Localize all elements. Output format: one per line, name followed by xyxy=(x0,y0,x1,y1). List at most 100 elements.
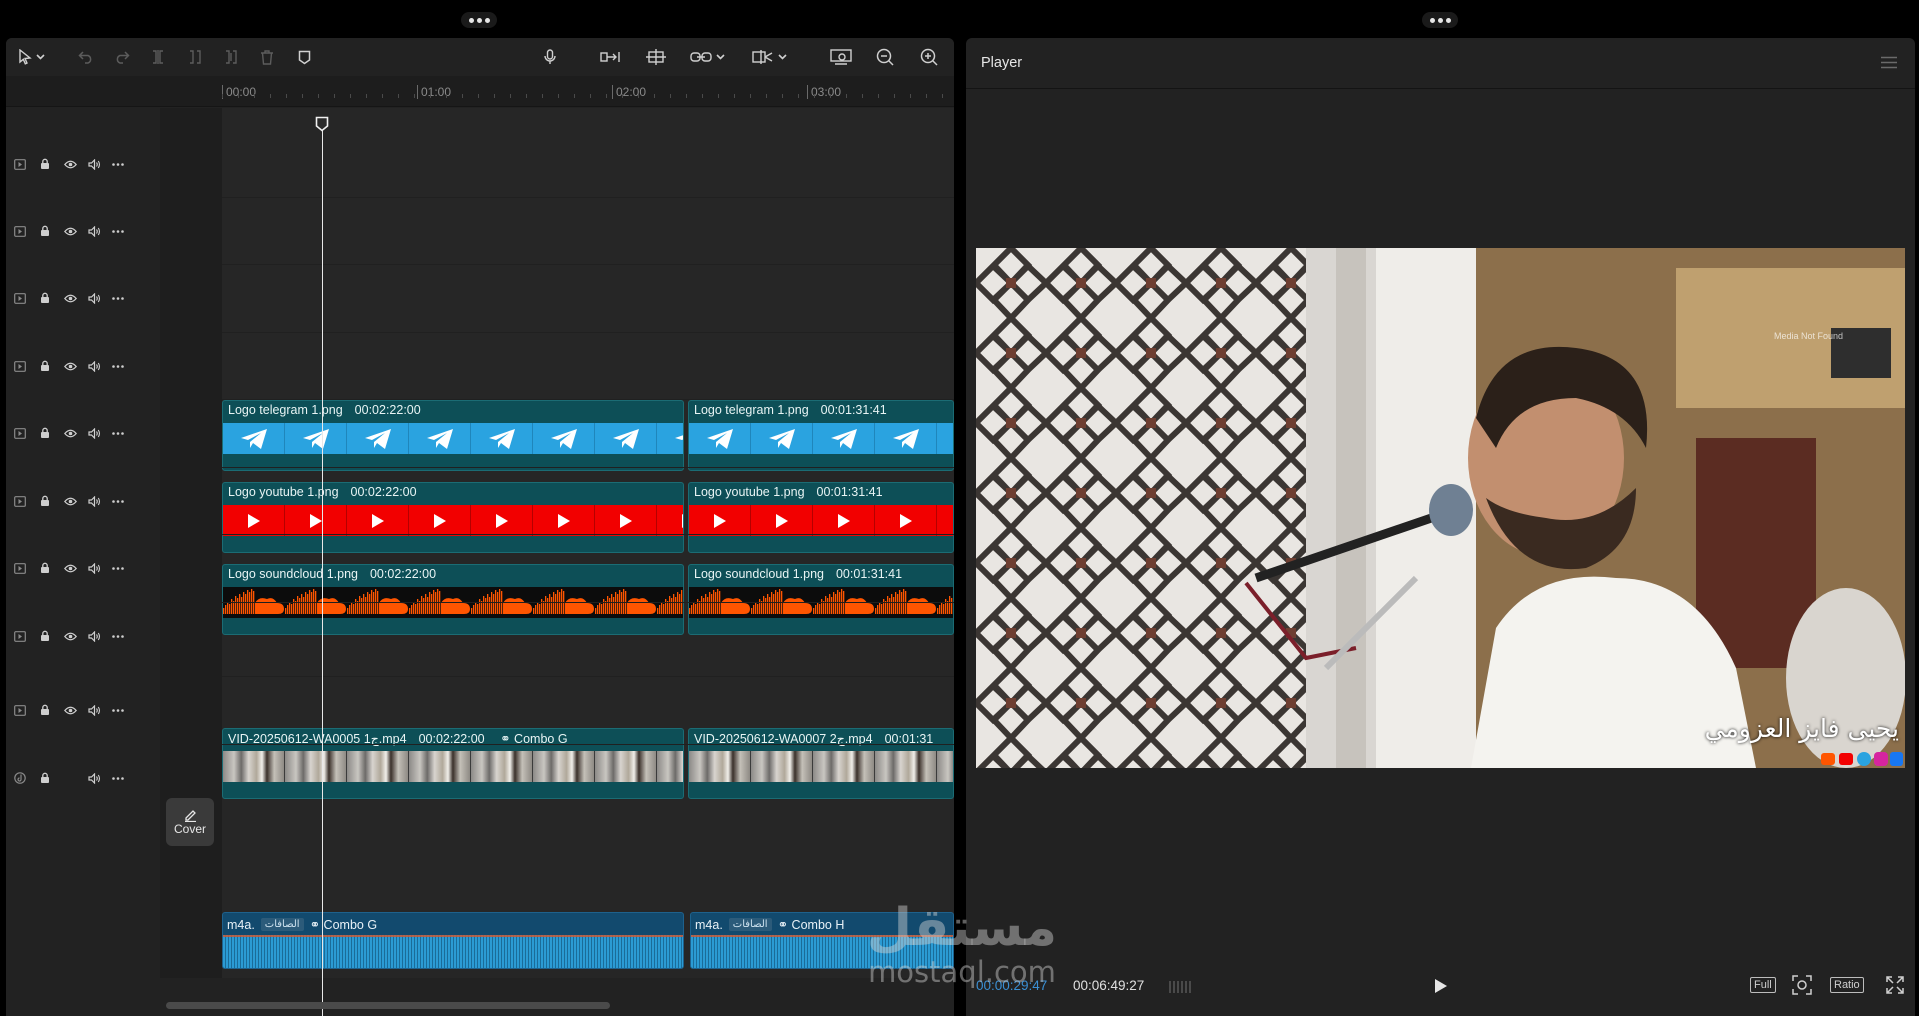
ruler-minor-tick xyxy=(830,94,831,98)
eye-icon[interactable] xyxy=(62,223,78,239)
speaker-icon[interactable] xyxy=(86,358,102,374)
lock-icon[interactable] xyxy=(37,628,53,644)
eye-icon[interactable] xyxy=(62,425,78,441)
fullscreen-icon[interactable] xyxy=(1886,976,1904,994)
split-button[interactable] xyxy=(151,46,165,68)
lock-icon[interactable] xyxy=(37,560,53,576)
zoom-out-button[interactable] xyxy=(876,46,894,68)
split-right-button[interactable] xyxy=(224,46,238,68)
audio-clip-a[interactable]: m4a. الصافات ⚭ Combo G xyxy=(222,912,684,969)
overlay-name-text: يحيى فايز العزومي xyxy=(1704,714,1899,743)
player-drag-handle[interactable] xyxy=(1422,12,1458,28)
eye-icon[interactable] xyxy=(62,156,78,172)
speaker-icon[interactable] xyxy=(86,560,102,576)
speaker-icon[interactable] xyxy=(86,156,102,172)
chain-button[interactable] xyxy=(690,46,725,68)
watermark-english: mostaql.com xyxy=(868,955,1056,989)
eye-icon[interactable] xyxy=(62,628,78,644)
lane-separator xyxy=(222,676,954,677)
timeline-drag-handle[interactable] xyxy=(461,12,497,28)
speaker-icon[interactable] xyxy=(86,493,102,509)
lock-icon[interactable] xyxy=(37,425,53,441)
soundcloud-clip-b[interactable]: Logo soundcloud 1.png 00:01:31:41 xyxy=(688,564,954,635)
preview-toggle-button[interactable] xyxy=(830,46,852,68)
preview-axis-button[interactable] xyxy=(752,46,787,68)
lock-icon[interactable] xyxy=(37,770,53,786)
lock-icon[interactable] xyxy=(37,702,53,718)
waveform-toggle-icon[interactable] xyxy=(1168,979,1194,995)
more-icon[interactable] xyxy=(110,770,126,786)
speaker-icon[interactable] xyxy=(86,770,102,786)
video-track-icon[interactable] xyxy=(12,702,28,718)
player-title: Player xyxy=(981,55,1023,71)
video-track-icon[interactable] xyxy=(12,156,28,172)
zoom-in-button[interactable] xyxy=(920,46,938,68)
telegram-clip-b[interactable]: Logo telegram 1.png 00:01:31:41 xyxy=(688,400,954,471)
eye-icon[interactable] xyxy=(62,560,78,576)
timeline-ruler[interactable]: 00:00 01:00 02:00 03:00 xyxy=(6,76,954,107)
video-track-icon[interactable] xyxy=(12,628,28,644)
split-left-button[interactable] xyxy=(188,46,202,68)
lock-icon[interactable] xyxy=(37,493,53,509)
undo-button[interactable] xyxy=(78,46,94,68)
video-clip-b[interactable]: VID-20250612-WA0007 ج2.mp4 00:01:31 xyxy=(688,728,954,799)
eye-icon[interactable] xyxy=(62,493,78,509)
select-tool-icon xyxy=(19,49,32,65)
youtube-clip-b[interactable]: Logo youtube 1.png 00:01:31:41 xyxy=(688,482,954,553)
telegram-clip-a[interactable]: Logo telegram 1.png 00:02:22:00 xyxy=(222,400,684,471)
menu-icon[interactable] xyxy=(1881,56,1897,69)
youtube-thumbnail xyxy=(689,505,751,536)
eye-icon[interactable] xyxy=(62,702,78,718)
more-icon[interactable] xyxy=(110,560,126,576)
video-track-icon[interactable] xyxy=(12,358,28,374)
speaker-icon[interactable] xyxy=(86,628,102,644)
video-track-icon[interactable] xyxy=(12,493,28,509)
lock-icon[interactable] xyxy=(37,290,53,306)
more-icon[interactable] xyxy=(110,628,126,644)
soundcloud-clip-a[interactable]: Logo soundcloud 1.png 00:02:22:00 xyxy=(222,564,684,635)
link-clips-button[interactable] xyxy=(600,46,622,68)
video-clip-a[interactable]: VID-20250612-WA0005 ج1.mp4 00:02:22:00 ⚭ … xyxy=(222,728,684,799)
play-icon[interactable] xyxy=(1434,978,1448,994)
horizontal-scrollbar[interactable] xyxy=(166,1002,610,1009)
more-icon[interactable] xyxy=(110,358,126,374)
speaker-icon[interactable] xyxy=(86,425,102,441)
more-icon[interactable] xyxy=(110,702,126,718)
lock-icon[interactable] xyxy=(37,358,53,374)
video-preview[interactable]: يحيى فايز العزومي Media Not Found xyxy=(976,248,1905,768)
snap-button[interactable] xyxy=(646,46,666,68)
marker-button[interactable] xyxy=(298,46,311,68)
redo-button[interactable] xyxy=(114,46,130,68)
video-track-icon[interactable] xyxy=(12,223,28,239)
volume-line[interactable] xyxy=(223,935,683,937)
ruler-minor-tick xyxy=(222,94,223,98)
more-icon[interactable] xyxy=(110,425,126,441)
lock-icon[interactable] xyxy=(37,156,53,172)
record-voice-button[interactable] xyxy=(544,46,556,68)
speaker-icon[interactable] xyxy=(86,290,102,306)
track-header xyxy=(6,423,160,443)
ruler-minor-tick xyxy=(558,94,559,98)
delete-button[interactable] xyxy=(260,46,274,68)
more-icon[interactable] xyxy=(110,223,126,239)
video-track-icon[interactable] xyxy=(12,290,28,306)
full-button[interactable]: Full xyxy=(1750,977,1776,993)
focus-icon[interactable] xyxy=(1792,975,1812,995)
video-track-icon[interactable] xyxy=(12,560,28,576)
track-header xyxy=(6,700,160,720)
more-icon[interactable] xyxy=(110,156,126,172)
select-tool-button[interactable] xyxy=(18,46,45,68)
eye-icon[interactable] xyxy=(62,358,78,374)
youtube-clip-a[interactable]: Logo youtube 1.png 00:02:22:00 xyxy=(222,482,684,553)
speaker-icon[interactable] xyxy=(86,223,102,239)
playhead-handle[interactable] xyxy=(315,116,329,132)
ratio-button[interactable]: Ratio xyxy=(1830,977,1864,993)
more-icon[interactable] xyxy=(110,493,126,509)
speaker-icon[interactable] xyxy=(86,702,102,718)
lock-icon[interactable] xyxy=(37,223,53,239)
cover-button[interactable]: Cover xyxy=(166,798,214,846)
audio-track-icon[interactable] xyxy=(12,770,28,786)
more-icon[interactable] xyxy=(110,290,126,306)
video-track-icon[interactable] xyxy=(12,425,28,441)
eye-icon[interactable] xyxy=(62,290,78,306)
